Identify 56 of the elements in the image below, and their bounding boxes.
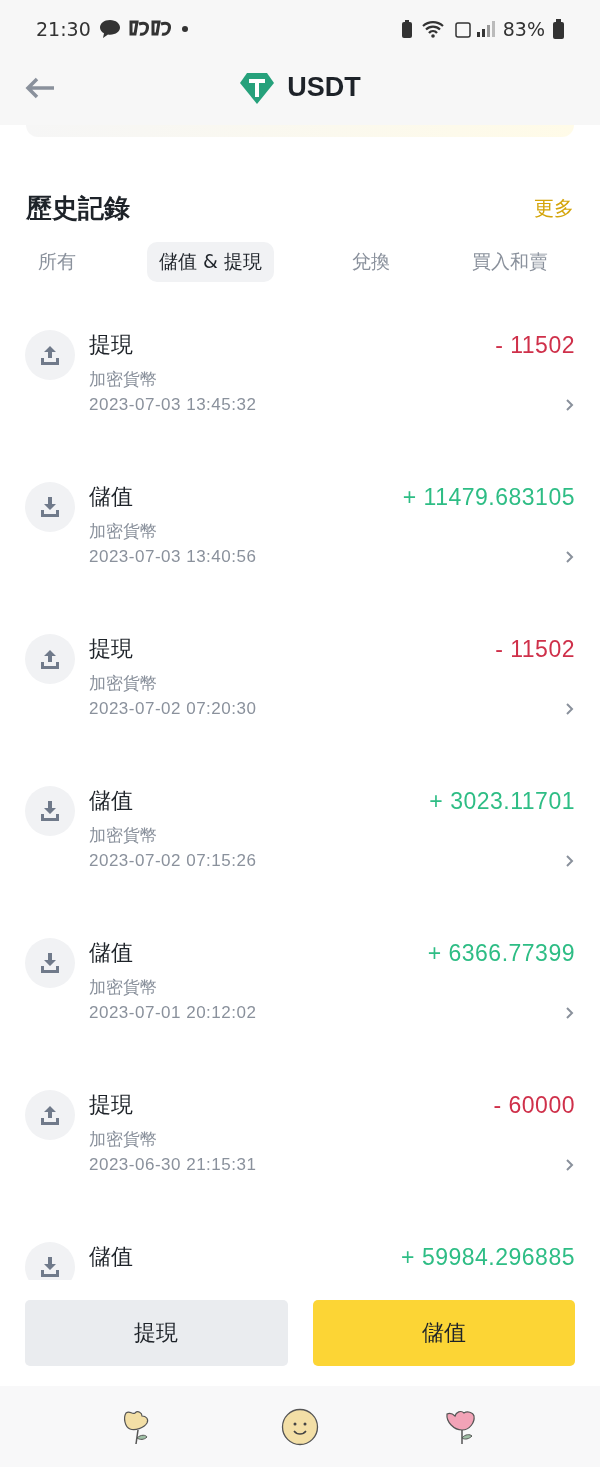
transaction-amount: - 60000	[493, 1091, 575, 1119]
transaction-amount: + 59984.296885	[401, 1243, 575, 1271]
chevron-right-icon[interactable]	[565, 398, 575, 412]
transaction-amount: + 6366.77399	[427, 939, 575, 967]
page-title: USDT	[287, 72, 361, 103]
transaction-type: 提現	[89, 331, 133, 359]
transaction-type: 提現	[89, 1091, 133, 1119]
dot-icon	[180, 25, 189, 33]
transaction-category: 加密貨幣	[89, 672, 158, 695]
download-icon	[38, 799, 62, 823]
back-arrow-icon[interactable]	[24, 75, 56, 100]
upload-icon	[38, 343, 62, 367]
action-button[interactable]: 提現	[25, 1300, 288, 1366]
tether-logo-icon	[239, 70, 276, 105]
upload-icon	[38, 647, 62, 671]
more-link[interactable]: 更多	[534, 195, 574, 222]
smiley-icon[interactable]	[281, 1407, 319, 1446]
transaction-time: 2023-07-03 13:45:32	[89, 395, 257, 415]
transaction-type: 提現	[89, 635, 133, 663]
upload-icon	[38, 1103, 62, 1127]
transaction-time: 2023-06-30 21:15:31	[89, 1155, 257, 1175]
chevron-right-icon[interactable]	[565, 702, 575, 716]
transaction-category: 加密貨幣	[89, 824, 158, 847]
transaction-category: 加密貨幣	[89, 368, 158, 391]
transaction-category: 加密貨幣	[89, 976, 158, 999]
transaction-type: 儲值	[89, 1243, 133, 1271]
transaction-time: 2023-07-01 20:12:02	[89, 1003, 257, 1023]
download-icon	[38, 951, 62, 975]
transaction-amount: - 11502	[495, 331, 575, 359]
clock-time: 21:30	[36, 18, 91, 40]
transaction-time: 2023-07-02 07:20:30	[89, 699, 257, 719]
transaction-category: 加密貨幣	[89, 520, 158, 543]
chevron-right-icon[interactable]	[565, 854, 575, 868]
transaction-type: 儲值	[89, 787, 133, 815]
action-button[interactable]: 儲值	[312, 1300, 575, 1366]
download-icon	[38, 495, 62, 519]
chevron-right-icon[interactable]	[565, 550, 575, 564]
transaction-amount: - 11502	[495, 635, 575, 663]
filter-tab[interactable]: 兌換	[339, 242, 402, 282]
filter-tab[interactable]: 所有	[26, 242, 88, 282]
chat-bubble-icon	[98, 19, 121, 39]
transaction-time: 2023-07-02 07:15:26	[89, 851, 257, 871]
section-title: 歷史記錄	[26, 192, 130, 225]
filter-tab[interactable]: 買入和賣	[459, 242, 560, 282]
filter-tab[interactable]: 儲值 & 提現	[147, 242, 274, 282]
transaction-category: 加密貨幣	[89, 1128, 158, 1151]
chevron-right-icon[interactable]	[565, 1158, 575, 1172]
download-icon	[38, 1255, 62, 1279]
transaction-amount: + 3023.11701	[429, 787, 575, 815]
chevron-right-icon[interactable]	[565, 1006, 575, 1020]
transaction-type: 儲值	[89, 939, 133, 967]
transaction-type: 儲值	[89, 483, 133, 511]
transaction-amount: + 11479.683105	[402, 483, 575, 511]
battery-percent: 83%	[502, 18, 545, 40]
transaction-time: 2023-07-03 13:40:56	[89, 547, 257, 567]
battery-icon	[553, 19, 564, 39]
